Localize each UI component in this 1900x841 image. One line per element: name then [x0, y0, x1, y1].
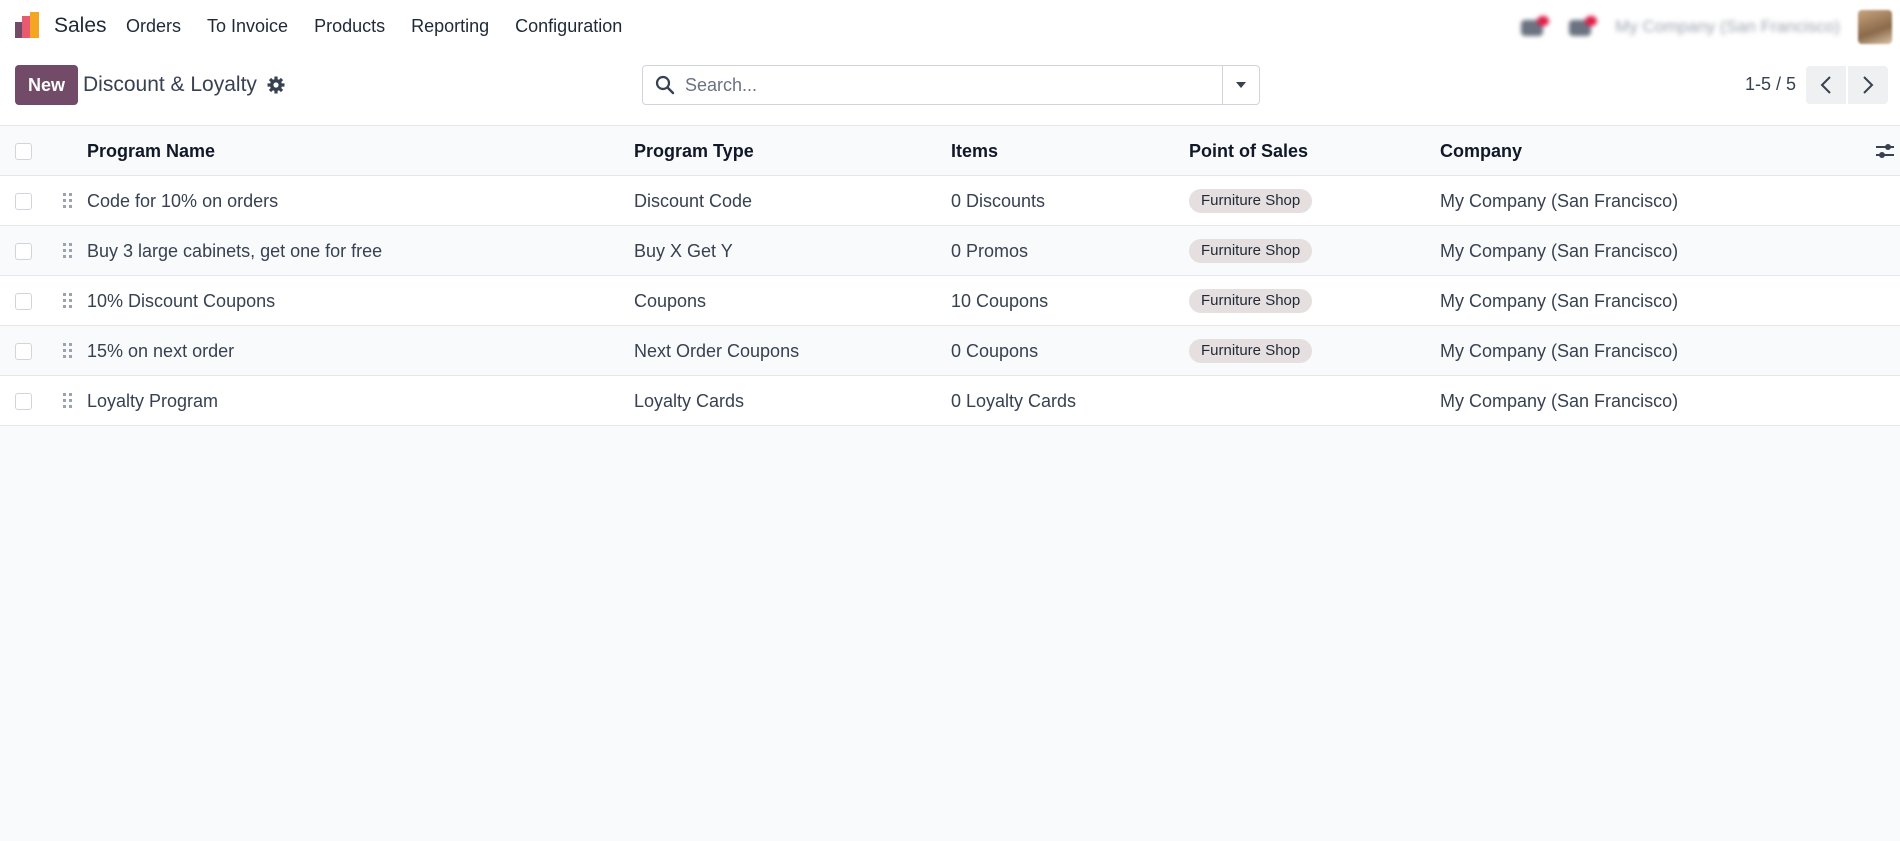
program-items: 10 Coupons: [951, 290, 1049, 311]
drag-handle-icon[interactable]: [62, 242, 74, 260]
row-checkbox[interactable]: [15, 343, 32, 360]
column-header-program-name[interactable]: Program Name: [87, 126, 215, 176]
program-type: Loyalty Cards: [634, 390, 745, 411]
program-name: Loyalty Program: [87, 390, 219, 411]
drag-handle-icon[interactable]: [62, 342, 74, 360]
program-type: Buy X Get Y: [634, 240, 733, 261]
gear-icon[interactable]: [266, 75, 286, 95]
row-checkbox[interactable]: [15, 243, 32, 260]
program-items: 0 Coupons: [951, 340, 1039, 361]
row-checkbox[interactable]: [15, 393, 32, 410]
search-bar: [642, 65, 1260, 105]
column-header-program-type[interactable]: Program Type: [634, 126, 754, 176]
program-company: My Company (San Francisco): [1440, 240, 1679, 261]
new-button[interactable]: New: [15, 65, 78, 105]
control-panel: New Discount & Loyalty 1-5 / 5: [0, 54, 1900, 126]
column-header-point-of-sales[interactable]: Point of Sales: [1189, 126, 1308, 176]
pos-badge: Furniture Shop: [1189, 239, 1313, 263]
column-header-items[interactable]: Items: [951, 126, 998, 176]
column-header-company[interactable]: Company: [1440, 126, 1522, 176]
row-checkbox[interactable]: [15, 293, 32, 310]
drag-handle-icon[interactable]: [62, 192, 74, 210]
program-type: Next Order Coupons: [634, 340, 800, 361]
program-company: My Company (San Francisco): [1440, 340, 1679, 361]
chevron-left-icon: [1820, 76, 1831, 94]
program-list: Program Name Program Type Items Point of…: [0, 126, 1900, 426]
pos-badge: Furniture Shop: [1189, 189, 1313, 213]
table-row[interactable]: Buy 3 large cabinets, get one for free B…: [0, 226, 1900, 276]
table-row[interactable]: Loyalty Program Loyalty Cards 0 Loyalty …: [0, 376, 1900, 426]
optional-columns-icon[interactable]: [1874, 140, 1896, 162]
program-name: 15% on next order: [87, 340, 235, 361]
table-header: Program Name Program Type Items Point of…: [0, 126, 1900, 176]
pos-badge: Furniture Shop: [1189, 289, 1313, 313]
program-items: 0 Promos: [951, 240, 1029, 261]
program-items: 0 Loyalty Cards: [951, 390, 1077, 411]
program-type: Discount Code: [634, 190, 753, 211]
menu-reporting[interactable]: Reporting: [411, 16, 489, 37]
table-row[interactable]: 15% on next order Next Order Coupons 0 C…: [0, 326, 1900, 376]
program-name: Code for 10% on orders: [87, 190, 279, 211]
select-all-checkbox[interactable]: [15, 143, 32, 160]
menu-products[interactable]: Products: [314, 16, 385, 37]
program-company: My Company (San Francisco): [1440, 290, 1679, 311]
messaging-icon[interactable]: [1519, 16, 1550, 38]
program-type: Coupons: [634, 290, 707, 311]
main-menu: Orders To Invoice Products Reporting Con…: [126, 16, 648, 37]
drag-handle-icon[interactable]: [62, 292, 74, 310]
systray: My Company (San Francisco): [1519, 8, 1892, 46]
row-checkbox[interactable]: [15, 193, 32, 210]
menu-configuration[interactable]: Configuration: [515, 16, 622, 37]
program-name: Buy 3 large cabinets, get one for free: [87, 240, 383, 261]
sales-app-icon[interactable]: [14, 12, 42, 40]
search-input[interactable]: [683, 72, 1203, 98]
activity-icon[interactable]: [1567, 16, 1598, 38]
drag-handle-icon[interactable]: [62, 392, 74, 410]
chevron-right-icon: [1863, 76, 1874, 94]
program-company: My Company (San Francisco): [1440, 190, 1679, 211]
pager-next-button[interactable]: [1848, 66, 1888, 104]
pager-previous-button[interactable]: [1806, 66, 1846, 104]
program-company: My Company (San Francisco): [1440, 390, 1679, 411]
table-row[interactable]: 10% Discount Coupons Coupons 10 Coupons …: [0, 276, 1900, 326]
search-options-toggle[interactable]: [1222, 66, 1259, 104]
menu-to-invoice[interactable]: To Invoice: [207, 16, 288, 37]
user-avatar[interactable]: [1858, 10, 1892, 44]
pos-badge: Furniture Shop: [1189, 339, 1313, 363]
company-switcher[interactable]: My Company (San Francisco): [1615, 17, 1840, 37]
search-icon: [655, 75, 675, 95]
program-items: 0 Discounts: [951, 190, 1046, 211]
caret-down-icon: [1236, 82, 1246, 88]
page-title: Discount & Loyalty: [83, 73, 257, 96]
top-navbar: Sales Orders To Invoice Products Reporti…: [0, 0, 1900, 54]
pager-value[interactable]: 1-5 / 5: [1745, 74, 1796, 95]
table-row[interactable]: Code for 10% on orders Discount Code 0 D…: [0, 176, 1900, 226]
menu-orders[interactable]: Orders: [126, 16, 181, 37]
program-name: 10% Discount Coupons: [87, 290, 276, 311]
app-name[interactable]: Sales: [54, 14, 107, 38]
